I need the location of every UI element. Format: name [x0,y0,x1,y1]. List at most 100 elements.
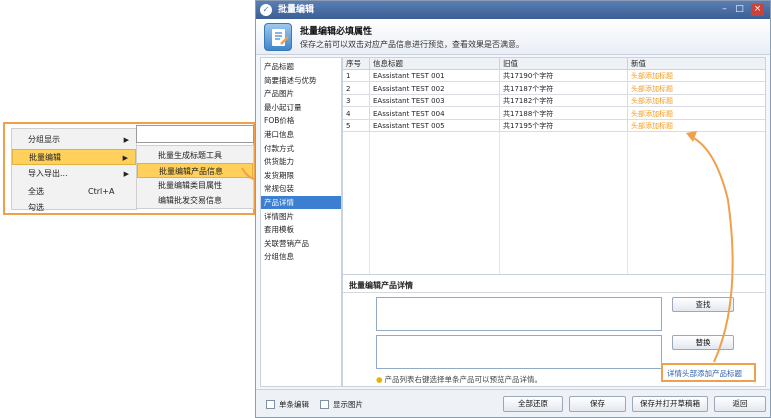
table-cell: EAssistant TEST 004 [370,107,500,120]
menu-item-group-display[interactable]: 分组显示 ▶ [12,132,136,148]
submenu: 批量生成标题工具 批量编辑产品信息 批量编辑类目属性 编辑批发交易信息 [136,145,254,209]
find-button[interactable]: 查找 [672,297,734,312]
table-cell: EAssistant TEST 005 [370,120,500,133]
menu-item-import-export[interactable]: 导入导出... ▶ [12,166,136,182]
window-title: 批量编辑 [278,5,315,15]
nav-item[interactable]: FOB价格 [261,114,341,127]
show-images-label: 显示图片 [333,400,363,409]
menu-item-label: 全选 [28,187,44,196]
hint-label: 产品列表右键选择单条产品可以预览产品详情。 [384,375,543,384]
restore-all-button[interactable]: 全部还原 [503,396,563,412]
column-header-new[interactable]: 新值 [628,58,765,70]
nav-item[interactable]: 付款方式 [261,142,341,155]
header-subtitle: 保存之前可以双击对应产品信息进行预览，查看效果是否满意。 [300,40,524,49]
table-cell: EAssistant TEST 002 [370,82,500,95]
table-row[interactable]: 5 EAssistant TEST 005 共17195个字符 头部添加标题 [343,120,765,133]
table-cell: 头部添加标题 [631,97,673,106]
table-cell: 共17182个字符 [500,95,628,108]
add-title-link[interactable]: 详情头部添加产品标题 [667,368,742,379]
nav-item[interactable]: 分组信息 [261,250,341,263]
detail-panel: 批量编辑产品详情 查找 替换 ● 产品列表右键选择单条产品可以预览产品详情。 详情… [342,275,766,387]
minimize-button[interactable]: – [718,4,731,16]
table-cell: 1 [343,70,370,82]
link-callout: 详情头部添加产品标题 [661,363,756,382]
submenu-item-edit-wholesale[interactable]: 编辑批发交易信息 [137,193,253,208]
menu-item-check[interactable]: 勾选 [12,200,136,211]
nav-item[interactable]: 关联营销产品 [261,237,341,250]
table-row[interactable]: 2 EAssistant TEST 002 共17187个字符 头部添加标题 [343,82,765,95]
table-row[interactable]: 3 EAssistant TEST 003 共17182个字符 头部添加标题 [343,95,765,108]
nav-item[interactable]: 简要描述与优势 [261,74,341,87]
submenu-blank [136,125,254,143]
single-edit-checkbox[interactable] [266,400,275,409]
nav-item[interactable]: 发货期限 [261,169,341,182]
table-cell: EAssistant TEST 001 [370,70,500,82]
context-menu-callout: 分组显示 ▶ 批量编辑 ▶ 导入导出... ▶ 全选 Ctrl+A 勾选 批量生成标题工… [3,122,255,215]
table-row[interactable]: 4 EAssistant TEST 004 共17188个字符 头部添加标题 [343,107,765,120]
edit-doc-icon [264,23,292,51]
table-cell: 头部添加标题 [631,109,673,118]
nav-item[interactable]: 产品标题 [261,60,341,73]
column-header-title[interactable]: 信息标题 [370,58,500,70]
menu-item-label: 批量编辑 [29,153,61,162]
replace-button[interactable]: 替换 [672,335,734,350]
submenu-arrow-icon: ▶ [123,136,129,144]
nav-item[interactable]: 详情图片 [261,210,341,223]
table-cell: 头部添加标题 [631,122,673,131]
menu-item-select-all[interactable]: 全选 Ctrl+A [12,184,136,200]
submenu-item-title-tool[interactable]: 批量生成标题工具 [137,148,253,163]
submenu-arrow-icon: ▶ [122,154,128,162]
save-button[interactable]: 保存 [569,396,626,412]
dialog-footer: 单条编辑 显示图片 全部还原 保存 保存并打开草稿箱 返回 [256,389,770,417]
table-cell: EAssistant TEST 003 [370,95,500,108]
find-textarea[interactable] [376,297,662,331]
table-cell: 3 [343,95,370,108]
product-grid: 序号 信息标题 旧值 新值 1 EAssistant TEST 001 共17190… [342,57,766,275]
close-button[interactable]: × [751,4,764,16]
nav-item[interactable]: 套用模板 [261,223,341,236]
nav-item[interactable]: 最小起订量 [261,101,341,114]
back-button[interactable]: 返回 [714,396,766,412]
nav-item[interactable]: 供货能力 [261,155,341,168]
header-title: 批量编辑必填属性 [300,27,373,37]
table-cell: 共17195个字符 [500,120,628,133]
nav-item[interactable]: 产品详情 [261,196,341,209]
lightbulb-icon: ● [376,375,383,384]
submenu-item-edit-category[interactable]: 批量编辑类目属性 [137,178,253,193]
menu-item-label: 勾选 [28,203,44,211]
table-cell: 共17190个字符 [500,70,628,82]
replace-textarea[interactable] [376,335,662,369]
table-cell: 2 [343,82,370,95]
detail-title: 批量编辑产品详情 [349,281,413,290]
context-menu: 分组显示 ▶ 批量编辑 ▶ 导入导出... ▶ 全选 Ctrl+A 勾选 [11,128,137,211]
menu-item-batch-edit[interactable]: 批量编辑 ▶ [12,149,136,165]
app-logo-icon: ✓ [260,4,272,16]
submenu-arrow-icon: ▶ [123,170,129,178]
column-header-index[interactable]: 序号 [343,58,370,70]
nav-item[interactable]: 常规包装 [261,182,341,195]
submenu-item-edit-product-info[interactable]: 批量编辑产品信息 [137,163,253,178]
table-row[interactable]: 1 EAssistant TEST 001 共17190个字符 头部添加标题 [343,70,765,82]
table-cell: 5 [343,120,370,133]
menu-item-label: 导入导出... [28,169,68,178]
nav-item[interactable]: 港口信息 [261,128,341,141]
single-edit-label: 单条编辑 [279,400,309,409]
menu-item-shortcut: Ctrl+A [88,187,115,196]
batch-edit-dialog: ✓ 批量编辑 – □ × 批量编辑必填属性 保存之前可以双击对应产品信息进行预览… [255,0,771,418]
save-open-draft-button[interactable]: 保存并打开草稿箱 [632,396,708,412]
table-cell: 头部添加标题 [631,72,673,80]
show-images-checkbox[interactable] [320,400,329,409]
column-header-old[interactable]: 旧值 [500,58,628,70]
table-cell: 头部添加标题 [631,84,673,93]
nav-item[interactable]: 产品图片 [261,87,341,100]
title-bar: ✓ 批量编辑 – □ × [256,1,770,19]
maximize-button[interactable]: □ [733,4,746,16]
table-cell: 共17188个字符 [500,107,628,120]
detail-divider [343,292,765,293]
attribute-nav: 产品标题 简要描述与优势 产品图片 最小起订量 FOB价格 港口信息 付款方式 供货能力 发货期… [260,57,342,387]
table-cell: 共17187个字符 [500,82,628,95]
menu-item-label: 分组显示 [28,135,60,144]
table-cell: 4 [343,107,370,120]
dialog-header: 批量编辑必填属性 保存之前可以双击对应产品信息进行预览，查看效果是否满意。 [256,19,770,55]
hint-text: ● 产品列表右键选择单条产品可以预览产品详情。 [376,374,542,385]
